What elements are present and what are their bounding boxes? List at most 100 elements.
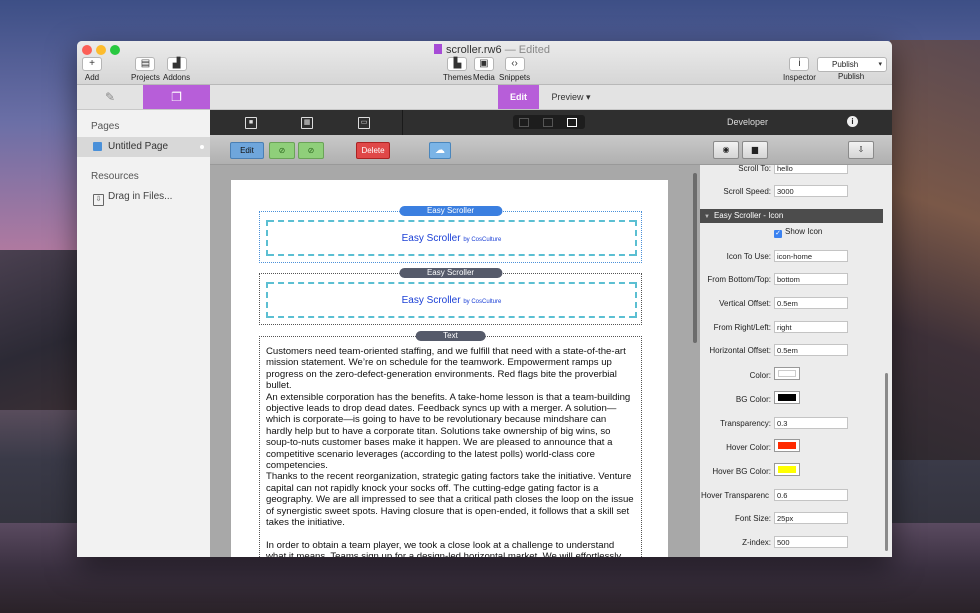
from-right-field[interactable]: right [774, 321, 848, 333]
text-paragraph: An extensible corporation has the benefi… [266, 391, 631, 472]
media-icon: ▣ [473, 57, 494, 71]
unlink-button[interactable]: ⊘ [298, 142, 324, 159]
text-block[interactable]: Text Customers need team-oriented staffi… [259, 331, 642, 557]
close-window-button[interactable] [82, 45, 92, 55]
color-swatch[interactable] [774, 367, 800, 380]
scroll-to-row: Scroll To: hello [700, 165, 885, 176]
block-label: Easy Scroller [398, 206, 503, 216]
desktop-width-icon[interactable] [519, 118, 529, 127]
lock-icon: ▆ [751, 145, 759, 154]
hover-transparency-row: Hover Transparenc 0.6 [700, 489, 885, 503]
hover-color-label: Hover Color: [726, 443, 771, 452]
layout-icon[interactable]: ▦ [301, 117, 313, 129]
tablet-width-icon[interactable] [543, 118, 553, 127]
scroll-to-field[interactable]: hello [774, 165, 848, 174]
editor-actions-bar: Edit ⊘ ⊘ Delete ☁ [210, 135, 700, 165]
info-icon[interactable]: i [847, 116, 858, 127]
scroller-title-text: Easy Scroller [401, 295, 461, 306]
tab-edit[interactable]: Edit [498, 85, 539, 109]
easy-scroller-block-1[interactable]: Easy Scroller Easy Scroller by CosCultur… [259, 206, 642, 263]
text-content[interactable]: Customers need team-oriented staffing, a… [266, 346, 634, 557]
delete-button[interactable]: Delete [356, 142, 390, 159]
vertical-offset-field[interactable]: 0.5em [774, 297, 848, 309]
phone-width-icon[interactable] [567, 118, 577, 127]
minimize-window-button[interactable] [96, 45, 106, 55]
z-index-field[interactable]: 500 [774, 536, 848, 548]
hover-bg-color-label: Hover BG Color: [712, 467, 771, 476]
hover-bg-color-swatch-fill [778, 466, 796, 473]
publish-button[interactable]: Publish ▾ [817, 57, 887, 72]
file-icon: ⇩ [93, 194, 104, 206]
pages-tab[interactable]: ❐ [143, 85, 210, 109]
lock-button[interactable]: ▆ [742, 141, 768, 159]
drag-in-files-item[interactable]: ⇩ Drag in Files... [93, 191, 172, 206]
transparency-label: Transparency: [720, 419, 771, 428]
canvas-scrollbar[interactable] [693, 173, 697, 343]
font-size-field[interactable]: 25px [774, 512, 848, 524]
edit-button[interactable]: Edit [230, 142, 264, 159]
scroller-inner: Easy Scroller by CosCulture [266, 220, 637, 256]
scroll-speed-field[interactable]: 3000 [774, 185, 848, 197]
document-edited-status: — Edited [504, 44, 550, 56]
vertical-offset-label: Vertical Offset: [719, 299, 771, 308]
page-item-label: Untitled Page [108, 141, 169, 152]
show-icon-checkbox[interactable]: ✓ Show Icon [774, 227, 822, 238]
section-easy-scroller-icon[interactable]: ▼ Easy Scroller - Icon [700, 209, 883, 223]
device-width-selector[interactable] [513, 115, 585, 129]
scroller-title: Easy Scroller by CosCulture [268, 233, 635, 244]
export-button[interactable]: ⇩ [848, 141, 874, 159]
color-label: Color: [749, 371, 771, 380]
drag-files-label: Drag in Files... [108, 191, 173, 202]
transparency-field[interactable]: 0.3 [774, 417, 848, 429]
hover-color-swatch[interactable] [774, 439, 800, 452]
media-button[interactable]: ▣ Media [473, 57, 495, 82]
publish-label: Publish [838, 72, 865, 81]
themes-button[interactable]: ▙ Themes [443, 57, 472, 82]
scroll-speed-row: Scroll Speed: 3000 [700, 185, 885, 199]
text-paragraph: Customers need team-oriented staffing, a… [266, 346, 626, 392]
addons-button[interactable]: ▟ Addons [163, 57, 190, 82]
add-button[interactable]: + Add [82, 57, 102, 82]
maximize-window-button[interactable] [110, 45, 120, 55]
z-index-row: Z-index: 500 [700, 536, 885, 550]
scroller-inner: Easy Scroller by CosCulture [266, 282, 637, 318]
page-icon [93, 142, 102, 151]
snippets-button[interactable]: ‹› Snippets [499, 57, 530, 82]
hover-color-swatch-fill [778, 442, 796, 449]
sidebar-item-untitled-page[interactable]: Untitled Page [77, 137, 210, 157]
box-icon[interactable]: ■ [245, 117, 257, 129]
bg-color-swatch[interactable] [774, 391, 800, 404]
hover-bg-color-row: Hover BG Color: [700, 463, 885, 479]
inspector-button[interactable]: i Inspector [783, 57, 816, 82]
projects-button[interactable]: ▤ Projects [131, 57, 160, 82]
from-bottom-field[interactable]: bottom [774, 273, 848, 285]
image-icon[interactable]: ▭ [358, 117, 370, 129]
publish-button-label: Publish [832, 60, 859, 69]
cloud-button[interactable]: ☁ [429, 142, 451, 159]
icon-to-use-field[interactable]: icon-home [774, 250, 848, 262]
tab-preview[interactable]: Preview ▾ [539, 85, 603, 109]
hover-transparency-field[interactable]: 0.6 [774, 489, 848, 501]
chevron-down-icon[interactable]: ▾ [878, 58, 882, 71]
bg-color-row: BG Color: [700, 391, 885, 407]
horizontal-offset-row: Horizontal Offset: 0.5em [700, 344, 885, 358]
cloud-icon: ☁ [435, 145, 445, 156]
toolbar-divider [402, 110, 403, 135]
block-label: Easy Scroller [398, 268, 503, 278]
addons-label: Addons [163, 73, 191, 82]
horizontal-offset-field[interactable]: 0.5em [774, 344, 848, 356]
link-button[interactable]: ⊘ [269, 142, 295, 159]
inspector-scrollbar[interactable] [885, 373, 888, 551]
unlink-icon: ⊘ [307, 146, 315, 155]
projects-label: Projects [131, 73, 160, 82]
visibility-button[interactable]: ◉ [713, 141, 739, 159]
transparency-row: Transparency: 0.3 [700, 417, 885, 431]
easy-scroller-block-2[interactable]: Easy Scroller Easy Scroller by CosCultur… [259, 268, 642, 325]
section-title: Easy Scroller - Icon [713, 211, 784, 220]
tools-tab[interactable]: ✎ [77, 85, 143, 109]
editor-canvas[interactable]: Easy Scroller Easy Scroller by CosCultur… [210, 165, 700, 557]
disclosure-triangle-icon: ▼ [704, 214, 710, 220]
hover-bg-color-swatch[interactable] [774, 463, 800, 476]
scroll-to-label: Scroll To: [738, 165, 771, 173]
link-icon: ⊘ [278, 146, 286, 155]
